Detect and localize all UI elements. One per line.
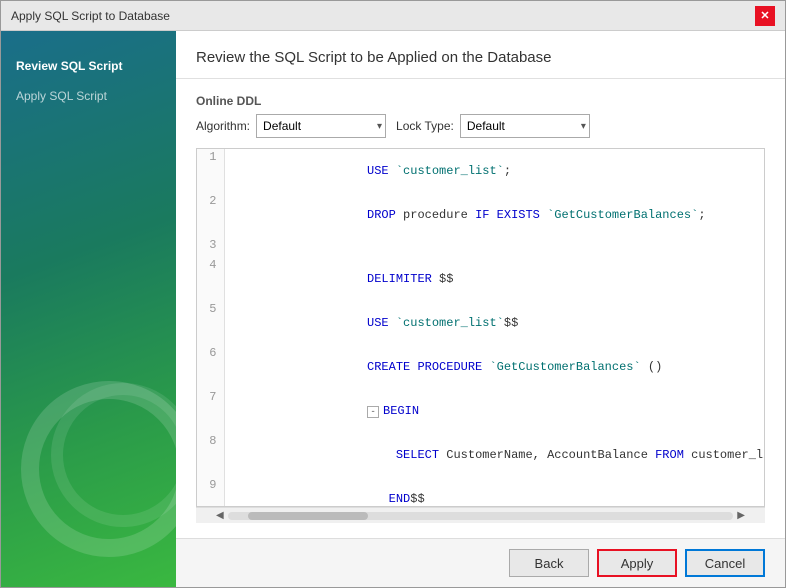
page-title: Review the SQL Script to be Applied on t… bbox=[196, 49, 552, 66]
main-header: Review the SQL Script to be Applied on t… bbox=[176, 31, 785, 79]
table-row: 2 DROP procedure IF EXISTS `GetCustomerB… bbox=[197, 193, 765, 237]
line-num-7: 7 bbox=[197, 389, 225, 433]
scrollbar-thumb[interactable] bbox=[248, 512, 368, 520]
code-container[interactable]: 1 USE `customer_list`; 2 DROP procedure … bbox=[196, 148, 765, 507]
scroll-right-icon[interactable]: ▶ bbox=[733, 510, 749, 521]
line-num-8: 8 bbox=[197, 433, 225, 477]
content-area: Review SQL Script Apply SQL Script Revie… bbox=[1, 31, 785, 587]
line-num-2: 2 bbox=[197, 193, 225, 237]
str-proc-name: `GetCustomerBalances` bbox=[489, 360, 640, 374]
sidebar-item-apply-sql-script[interactable]: Apply SQL Script bbox=[1, 81, 176, 111]
table-row: 4 DELIMITER $$ bbox=[197, 257, 765, 301]
table-row: 9 END$$ bbox=[197, 477, 765, 507]
str-customer-list-2: `customer_list` bbox=[396, 316, 504, 330]
lock-type-select-wrapper: Default NONE SHARED EXCLUSIVE bbox=[460, 114, 590, 138]
title-bar: Apply SQL Script to Database ✕ bbox=[1, 1, 785, 31]
line-content-2: DROP procedure IF EXISTS `GetCustomerBal… bbox=[225, 193, 765, 237]
kw-create-proc: CREATE PROCEDURE bbox=[367, 360, 482, 374]
main-body: Online DDL Algorithm: Default INPLACE CO… bbox=[176, 79, 785, 538]
line-content-5: USE `customer_list`$$ bbox=[225, 301, 765, 345]
kw-delimiter: DELIMITER bbox=[367, 272, 432, 286]
str-getbalances: `GetCustomerBalances` bbox=[547, 208, 698, 222]
algorithm-select[interactable]: Default INPLACE COPY bbox=[256, 114, 386, 138]
line-num-6: 6 bbox=[197, 345, 225, 389]
table-row: 7 -BEGIN bbox=[197, 389, 765, 433]
footer: Back Apply Cancel bbox=[176, 538, 785, 587]
lock-type-label: Lock Type: bbox=[396, 119, 454, 133]
table-row: 5 USE `customer_list`$$ bbox=[197, 301, 765, 345]
kw-use-2: USE bbox=[367, 316, 389, 330]
lock-type-select[interactable]: Default NONE SHARED EXCLUSIVE bbox=[460, 114, 590, 138]
line-content-4: DELIMITER $$ bbox=[225, 257, 765, 301]
line-content-6: CREATE PROCEDURE `GetCustomerBalances` (… bbox=[225, 345, 765, 389]
collapse-button[interactable]: - bbox=[367, 406, 379, 418]
ddl-options: Algorithm: Default INPLACE COPY Lock Typ… bbox=[196, 114, 765, 138]
table-row: 6 CREATE PROCEDURE `GetCustomerBalances`… bbox=[197, 345, 765, 389]
algorithm-label: Algorithm: bbox=[196, 119, 250, 133]
back-button[interactable]: Back bbox=[509, 549, 589, 577]
main-window: Apply SQL Script to Database ✕ Review SQ… bbox=[0, 0, 786, 588]
scroll-left-icon[interactable]: ◀ bbox=[212, 510, 228, 521]
table-row: 8 SELECT CustomerName, AccountBalance FR… bbox=[197, 433, 765, 477]
table-row: 1 USE `customer_list`; bbox=[197, 149, 765, 193]
table-row: 3 bbox=[197, 237, 765, 257]
line-content-8: SELECT CustomerName, AccountBalance FROM… bbox=[225, 433, 765, 477]
str-customer-list-1: `customer_list` bbox=[396, 164, 504, 178]
sidebar: Review SQL Script Apply SQL Script bbox=[1, 31, 176, 587]
line-num-4: 4 bbox=[197, 257, 225, 301]
kw-end: END bbox=[389, 492, 411, 506]
line-num-5: 5 bbox=[197, 301, 225, 345]
horizontal-scrollbar[interactable]: ◀ ▶ bbox=[196, 507, 765, 523]
line-num-1: 1 bbox=[197, 149, 225, 193]
kw-from: FROM bbox=[655, 448, 684, 462]
kw-begin: BEGIN bbox=[383, 404, 419, 418]
line-content-3 bbox=[225, 237, 765, 257]
window-title: Apply SQL Script to Database bbox=[11, 9, 170, 23]
kw-use-1: USE bbox=[367, 164, 389, 178]
close-button[interactable]: ✕ bbox=[755, 6, 775, 26]
line-num-9: 9 bbox=[197, 477, 225, 507]
line-num-3: 3 bbox=[197, 237, 225, 257]
scrollbar-track[interactable] bbox=[228, 512, 734, 520]
algorithm-field: Algorithm: Default INPLACE COPY bbox=[196, 114, 386, 138]
ddl-label: Online DDL bbox=[196, 94, 765, 108]
kw-if-exists: IF EXISTS bbox=[475, 208, 540, 222]
sidebar-item-review-sql-script[interactable]: Review SQL Script bbox=[1, 51, 176, 81]
line-content-7: -BEGIN bbox=[225, 389, 765, 433]
kw-drop: DROP bbox=[367, 208, 396, 222]
line-content-9: END$$ bbox=[225, 477, 765, 507]
kw-select: SELECT bbox=[396, 448, 439, 462]
code-table: 1 USE `customer_list`; 2 DROP procedure … bbox=[197, 149, 765, 507]
main-content: Review the SQL Script to be Applied on t… bbox=[176, 31, 785, 587]
algorithm-select-wrapper: Default INPLACE COPY bbox=[256, 114, 386, 138]
lock-type-field: Lock Type: Default NONE SHARED EXCLUSIVE bbox=[396, 114, 590, 138]
ddl-section: Online DDL Algorithm: Default INPLACE CO… bbox=[196, 94, 765, 138]
apply-button[interactable]: Apply bbox=[597, 549, 677, 577]
cancel-button[interactable]: Cancel bbox=[685, 549, 765, 577]
line-content-1: USE `customer_list`; bbox=[225, 149, 765, 193]
